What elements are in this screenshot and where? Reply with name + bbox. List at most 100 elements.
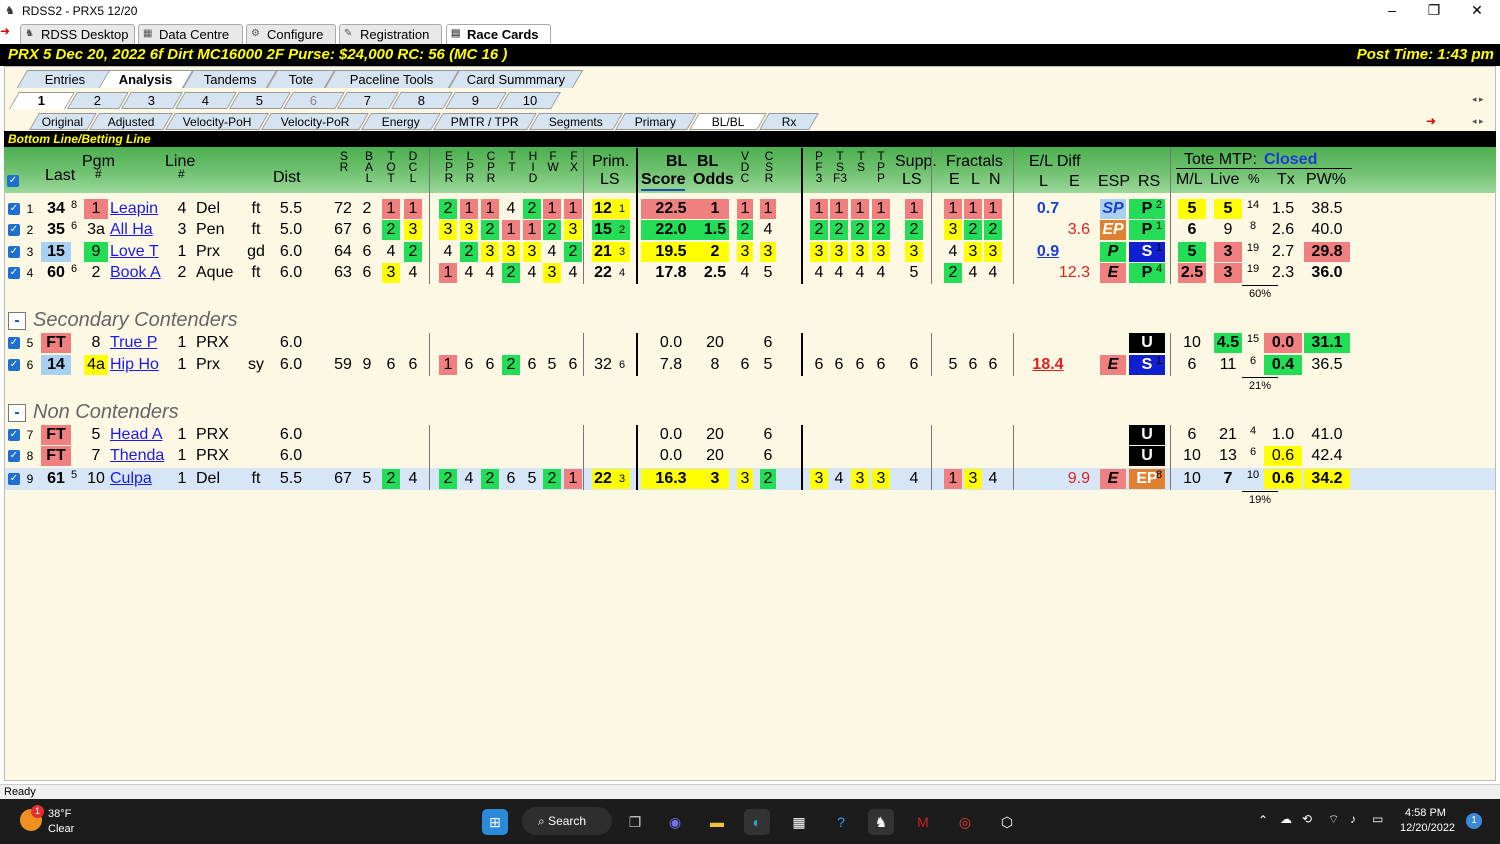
horse-name-link[interactable]: Love T bbox=[110, 242, 166, 262]
tab-registration[interactable]: ✎ Registration bbox=[339, 24, 442, 44]
horse-name-link[interactable]: All Ha bbox=[110, 220, 166, 240]
tab-tandems[interactable]: Tandems bbox=[182, 70, 278, 88]
notification-badge[interactable]: 1 bbox=[1466, 813, 1482, 829]
tab-paceline-tools[interactable]: Paceline Tools bbox=[324, 70, 460, 88]
row-checkbox[interactable]: ✓ bbox=[8, 203, 20, 215]
race-tab-1[interactable]: 1 bbox=[9, 92, 75, 109]
race-tab-7[interactable]: 7 bbox=[337, 92, 399, 109]
export-icon[interactable]: ➜ bbox=[1426, 114, 1436, 128]
tab-velocity-por[interactable]: Velocity-PoR bbox=[261, 113, 369, 130]
race-tab-10[interactable]: 10 bbox=[499, 92, 561, 109]
col-tsf3: T S F3 bbox=[832, 149, 847, 185]
tab-adjusted[interactable]: Adjusted bbox=[89, 113, 173, 130]
tray-expand-icon[interactable]: ⌃ bbox=[1258, 813, 1268, 827]
clock-date[interactable]: 12/20/2022 bbox=[1400, 822, 1455, 834]
col-tt: T T bbox=[508, 149, 516, 174]
horse-name-link[interactable]: Book A bbox=[110, 263, 166, 283]
col-ml: M/L bbox=[1176, 171, 1203, 188]
tab-energy[interactable]: Energy bbox=[361, 113, 441, 130]
chrome-icon[interactable]: ◎ bbox=[952, 809, 978, 835]
main-tab-bar: ➜ ♞ RDSS Desktop ▦ Data Centre ⚙ Configure … bbox=[0, 22, 1500, 44]
battery-icon[interactable]: ▭ bbox=[1372, 812, 1383, 826]
col-cpr: C P R bbox=[486, 149, 496, 185]
non-section-collapse-button[interactable]: - bbox=[8, 404, 26, 422]
store-icon[interactable]: ▦ bbox=[786, 809, 812, 835]
tab-configure[interactable]: ⚙ Configure bbox=[246, 24, 336, 44]
horse-name-link[interactable]: Thenda bbox=[110, 446, 166, 466]
rdss-app-icon[interactable]: ♞ bbox=[868, 809, 894, 835]
row-checkbox[interactable]: ✓ bbox=[8, 246, 20, 258]
minimize-button[interactable]: – bbox=[1370, 0, 1414, 20]
data-icon: ▦ bbox=[143, 28, 153, 39]
tab-race-cards[interactable]: ▤ Race Cards bbox=[446, 24, 551, 44]
col-last: Last bbox=[45, 167, 76, 184]
horse-name-link[interactable]: Leapin bbox=[110, 199, 166, 219]
help-icon[interactable]: ? bbox=[828, 809, 854, 835]
race-tab-3[interactable]: 3 bbox=[121, 92, 183, 109]
task-view-icon[interactable]: ❐ bbox=[622, 809, 648, 835]
col-prim-ls: LS bbox=[600, 171, 620, 188]
tab-pmtr-tpr[interactable]: PMTR / TPR bbox=[433, 113, 537, 130]
row-checkbox[interactable]: ✓ bbox=[8, 337, 20, 349]
race-tab-2[interactable]: 2 bbox=[67, 92, 129, 109]
tab-rx[interactable]: Rx bbox=[759, 113, 819, 130]
horse-name-link[interactable]: Hip Ho bbox=[110, 355, 166, 375]
close-button[interactable]: ✕ bbox=[1455, 0, 1499, 20]
wifi-icon[interactable]: ⌔ bbox=[1328, 812, 1339, 827]
race-tab-4[interactable]: 4 bbox=[175, 92, 237, 109]
arrow-icon: ➜ bbox=[0, 24, 11, 38]
tab-rdss-desktop[interactable]: ♞ RDSS Desktop bbox=[20, 24, 135, 44]
weather-badge: 1 bbox=[31, 805, 44, 818]
maximize-button[interactable]: ❐ bbox=[1412, 0, 1456, 20]
row-checkbox[interactable]: ✓ bbox=[8, 267, 20, 279]
sync-icon[interactable]: ⟲ bbox=[1302, 812, 1312, 826]
tab-data-centre[interactable]: ▦ Data Centre bbox=[138, 24, 243, 44]
race-info: PRX 5 Dec 20, 2022 6f Dirt MC16000 2F Pu… bbox=[8, 46, 508, 63]
select-all-checkbox[interactable]: ✓ bbox=[7, 175, 19, 187]
col-pct: % bbox=[1248, 171, 1260, 186]
col-fractals: Fractals bbox=[946, 153, 1003, 170]
windows-start-icon[interactable]: ⊞ bbox=[482, 809, 508, 835]
row-checkbox[interactable]: ✓ bbox=[8, 224, 20, 236]
tab-original[interactable]: Original bbox=[29, 113, 97, 130]
tab-primary[interactable]: Primary bbox=[615, 113, 697, 130]
col-hid: H I D bbox=[528, 149, 538, 185]
scroll-arrows-icon-2[interactable]: ◂ ▸ bbox=[1472, 116, 1484, 127]
row-checkbox[interactable]: ✓ bbox=[8, 473, 20, 485]
row-checkbox[interactable]: ✓ bbox=[8, 450, 20, 462]
row-checkbox[interactable]: ✓ bbox=[8, 429, 20, 441]
taskbar-search[interactable]: ⌕ Search bbox=[522, 807, 612, 835]
tab-analysis[interactable]: Analysis bbox=[98, 70, 194, 88]
title-bar: ♞ RDSS2 - PRX5 12/20 – ❐ ✕ bbox=[0, 0, 1500, 22]
tab-entries[interactable]: Entries bbox=[16, 70, 114, 88]
tab-bl-bl[interactable]: BL/BL bbox=[689, 113, 767, 130]
volume-icon[interactable]: ♪ bbox=[1350, 812, 1356, 826]
horse-name-link[interactable]: Culpa bbox=[110, 469, 166, 489]
race-tab-8[interactable]: 8 bbox=[391, 92, 453, 109]
race-tab-9[interactable]: 9 bbox=[445, 92, 507, 109]
col-live: Live bbox=[1210, 171, 1240, 188]
horse-name-link[interactable]: Head A bbox=[110, 425, 166, 445]
secondary-section-collapse-button[interactable]: - bbox=[8, 312, 26, 330]
scroll-arrows-icon[interactable]: ◂ ▸ bbox=[1472, 94, 1484, 105]
row-checkbox[interactable]: ✓ bbox=[8, 359, 20, 371]
col-esp: ESP bbox=[1098, 173, 1131, 190]
chatgpt-icon[interactable]: ⬡ bbox=[994, 809, 1020, 835]
mcafee-icon[interactable]: M bbox=[910, 809, 936, 835]
horse-name-link[interactable]: True P bbox=[110, 333, 166, 353]
col-csr: C S R bbox=[764, 149, 774, 185]
col-tx: Tx bbox=[1277, 171, 1295, 188]
edge-icon[interactable]: ◐ bbox=[744, 809, 770, 835]
tab-velocity-poh[interactable]: Velocity-PoH bbox=[165, 113, 269, 130]
file-explorer-icon[interactable]: ▬ bbox=[704, 809, 730, 835]
race-tab-5[interactable]: 5 bbox=[229, 92, 291, 109]
tab-card-summary[interactable]: Card Summmary bbox=[448, 70, 584, 88]
tab-segments[interactable]: Segments bbox=[529, 113, 623, 130]
race-tab-6[interactable]: 6 bbox=[283, 92, 345, 109]
col-bl-odds-top: BL bbox=[697, 153, 719, 170]
col-ts: T S bbox=[856, 149, 865, 174]
col-dist: Dist bbox=[273, 169, 301, 186]
onedrive-icon[interactable]: ☁ bbox=[1280, 812, 1292, 826]
chat-icon[interactable]: ◉ bbox=[662, 809, 688, 835]
clock-time[interactable]: 4:58 PM bbox=[1405, 807, 1446, 819]
